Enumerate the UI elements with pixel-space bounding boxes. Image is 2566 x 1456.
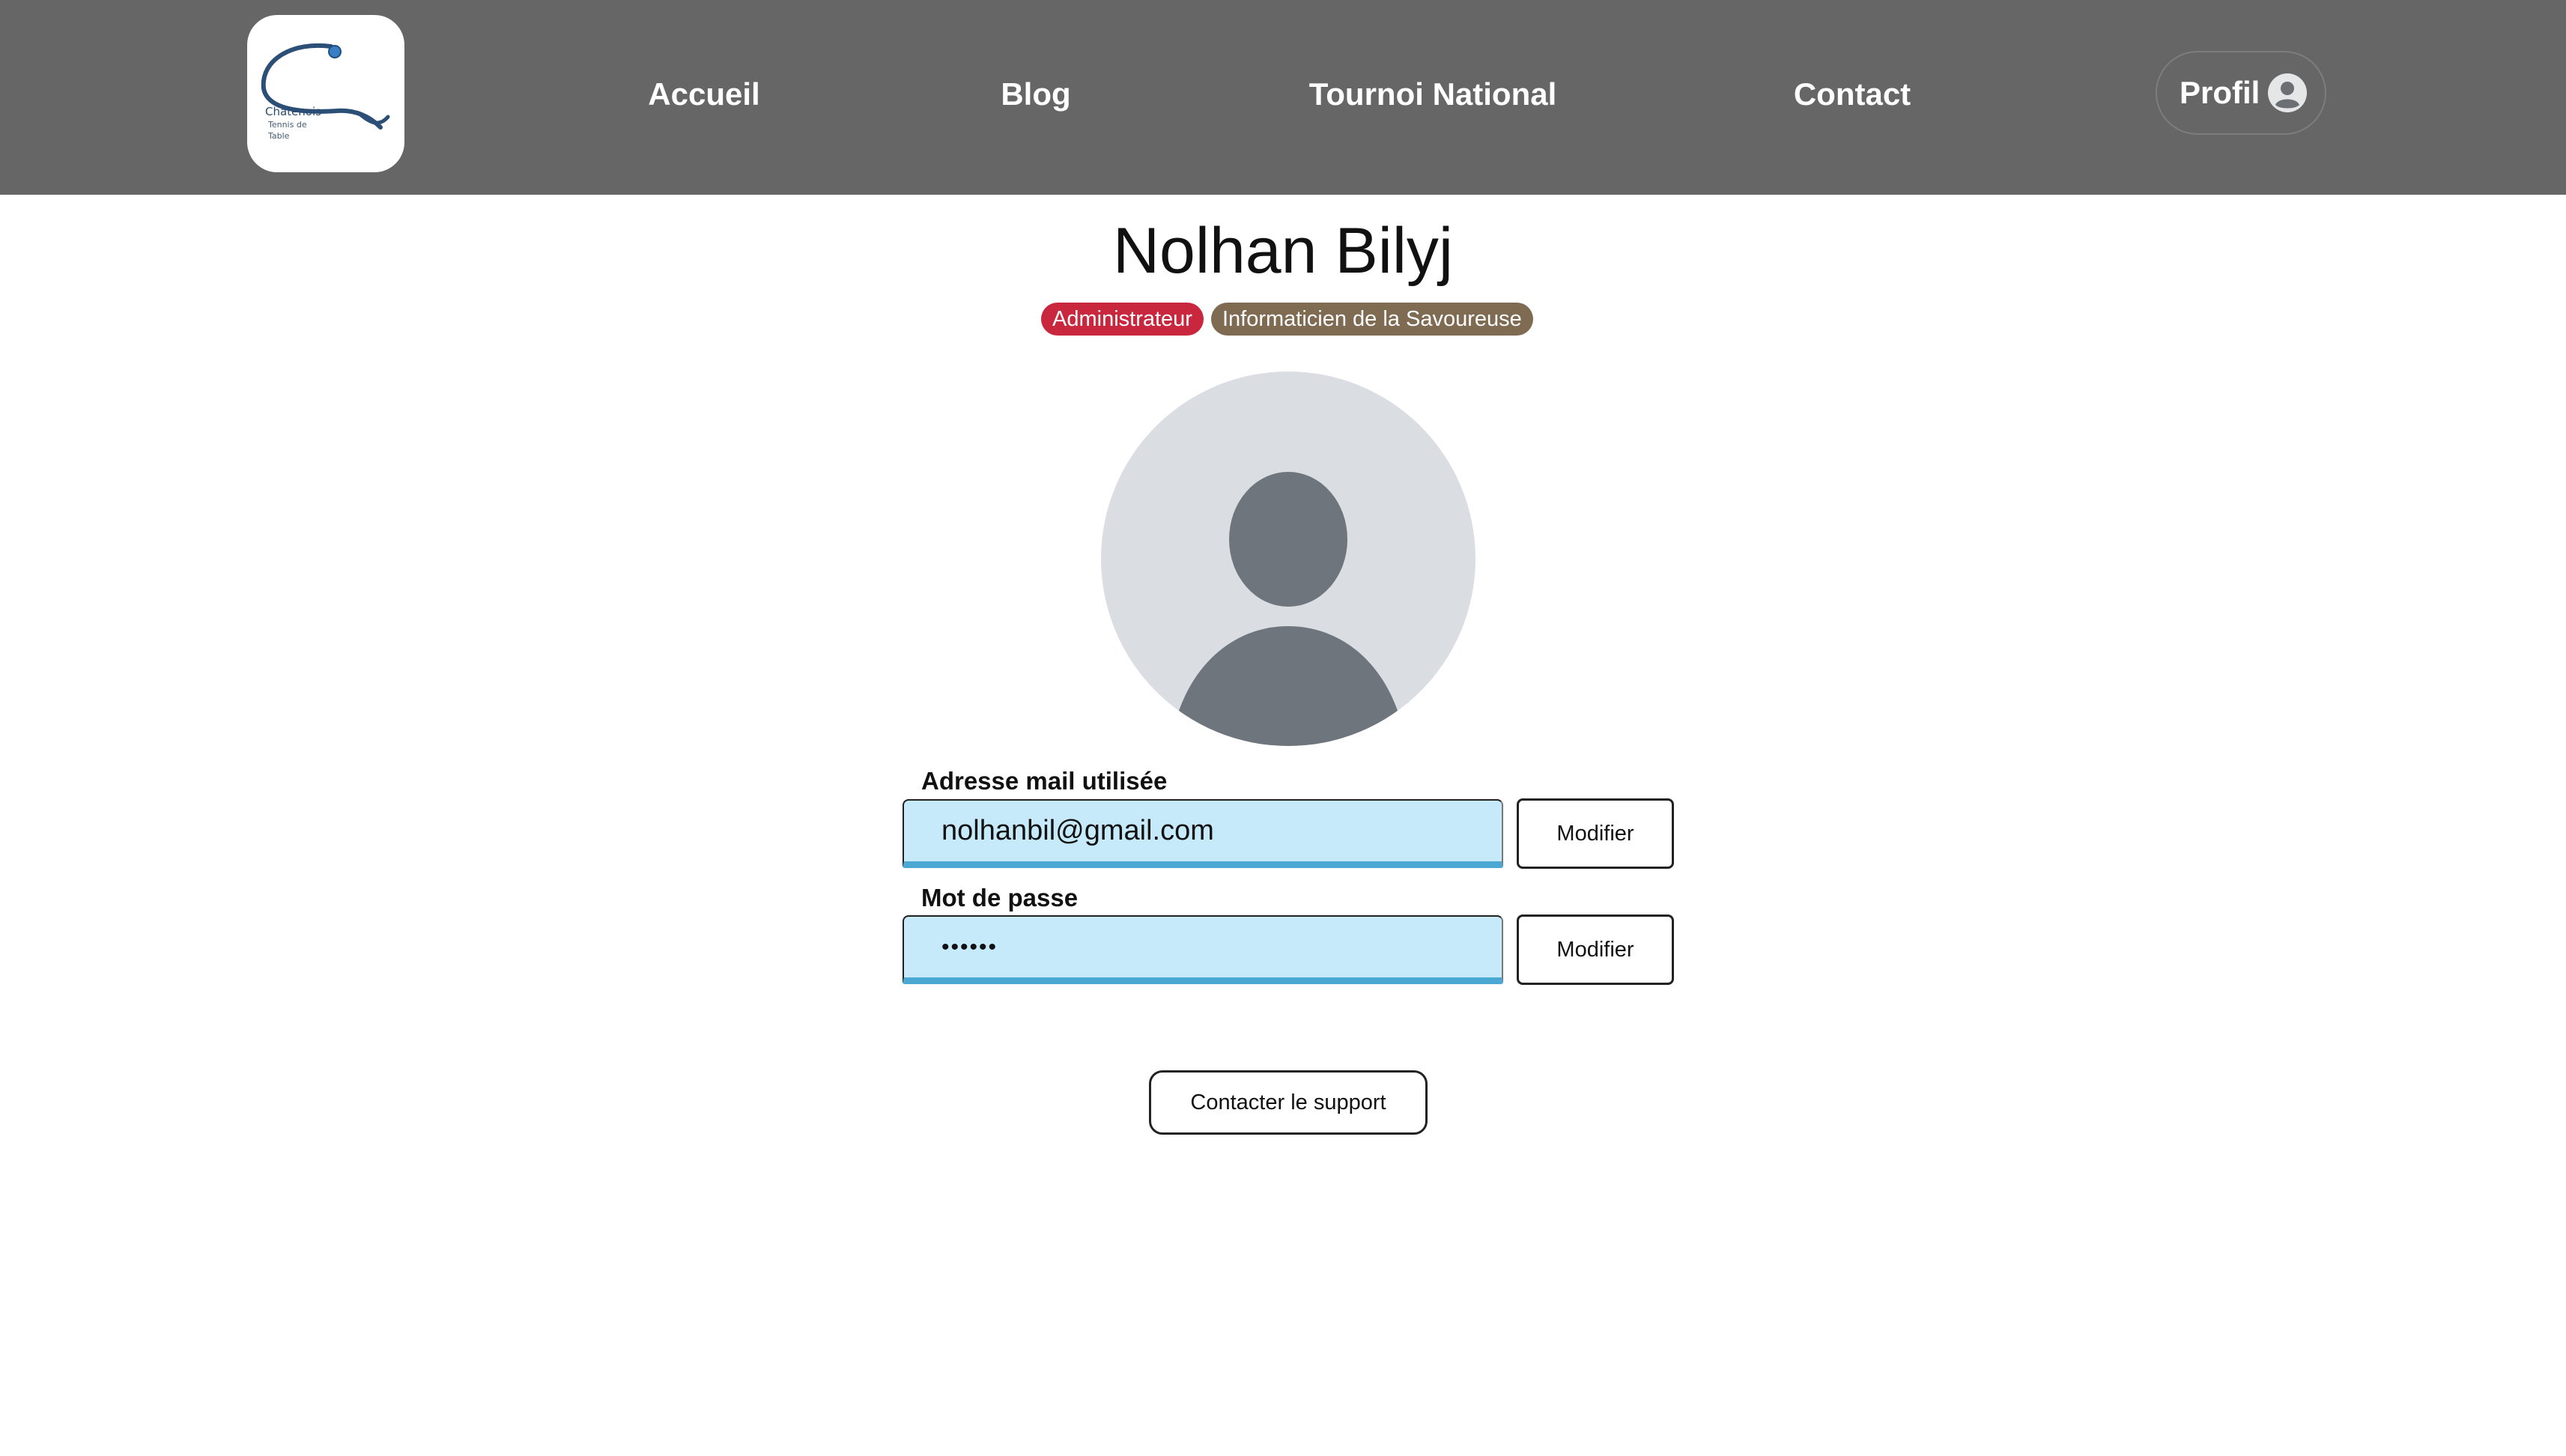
- nav-link-contact[interactable]: Contact: [1747, 72, 1957, 117]
- email-label: Adresse mail utilisée: [921, 767, 1168, 795]
- badge-administrateur: Administrateur: [1041, 303, 1204, 336]
- logo-text-line1: Châtenois: [265, 105, 321, 118]
- contact-support-button[interactable]: Contacter le support: [1149, 1070, 1428, 1135]
- user-circle-icon: [2268, 73, 2307, 112]
- email-field[interactable]: [903, 799, 1503, 868]
- profile-button-label: Profil: [2180, 75, 2260, 110]
- default-avatar-icon[interactable]: [1101, 371, 1475, 746]
- nav-link-accueil[interactable]: Accueil: [599, 72, 809, 117]
- modify-email-button[interactable]: Modifier: [1517, 798, 1674, 869]
- logo-text-line2: Tennis de: [268, 120, 307, 130]
- user-name: Nolhan Bilyj: [1112, 215, 1454, 287]
- nav-link-blog[interactable]: Blog: [931, 72, 1141, 117]
- badge-informaticien: Informaticien de la Savoureuse: [1210, 303, 1533, 336]
- top-navigation-bar: Châtenois Tennis de Table Accueil Blog T…: [0, 0, 2566, 195]
- logo-text-line3: Table: [268, 131, 290, 141]
- password-label: Mot de passe: [921, 884, 1079, 911]
- modify-password-button[interactable]: Modifier: [1517, 914, 1674, 985]
- nav-link-tournoi-national[interactable]: Tournoi National: [1246, 72, 1620, 117]
- club-logo-icon: [261, 43, 390, 130]
- profile-button[interactable]: Profil: [2156, 51, 2326, 135]
- club-logo[interactable]: Châtenois Tennis de Table: [247, 15, 404, 172]
- role-badges: Administrateur Informaticien de la Savou…: [1041, 303, 1535, 336]
- password-field[interactable]: [903, 915, 1503, 984]
